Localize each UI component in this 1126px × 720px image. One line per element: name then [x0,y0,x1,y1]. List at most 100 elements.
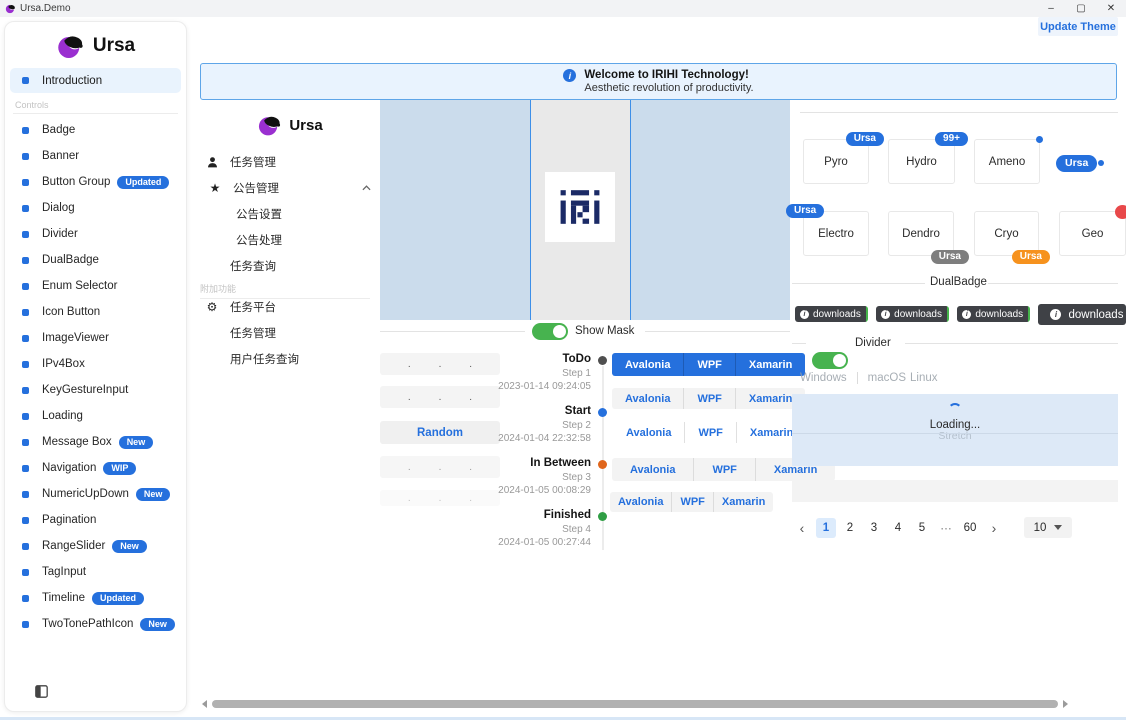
divider-toggle[interactable] [812,352,848,369]
sidebar-item-introduction[interactable]: Introduction [10,68,181,93]
sidebar-item[interactable]: Badge [5,117,186,143]
toggle-knob [833,354,846,367]
button-group-button[interactable]: WPF [671,492,712,512]
status-badge: New [140,618,175,631]
timeline-entry-step: Step 1 [450,367,591,380]
maximize-button[interactable]: ▢ [1066,0,1096,17]
nav-group-label: 任务管理 [230,154,276,170]
button-group-button[interactable]: WPF [684,422,735,443]
nav-child-item[interactable]: 公告处理 [236,227,282,253]
button-group-button[interactable]: Avalonia [612,353,683,376]
badge-card-dendro: Dendro Ursa [888,211,954,256]
badge-card-electro: Electro Ursa [803,211,869,256]
button-group-button[interactable]: Xamarin [713,492,773,512]
timeline-entry-time: 2024-01-05 00:27:44 [450,536,591,549]
sidebar-item[interactable]: Enum Selector [5,273,186,299]
sidebar-item[interactable]: Button Group Updated [5,169,186,195]
button-group-button[interactable]: WPF [693,458,754,481]
nav-children-platform: 任务管理 用户任务查询 [230,320,299,372]
button-group-button[interactable]: Avalonia [612,388,683,409]
sidebar-item-label: KeyGestureInput [42,384,128,396]
badge-card-cryo: Cryo Ursa [974,211,1039,256]
sidebar-item[interactable]: Dialog [5,195,186,221]
scroll-right-icon[interactable] [1063,700,1068,708]
button-group-button[interactable]: Avalonia [610,492,671,512]
dual-badge-value: 2.4k [947,306,949,322]
pagination-next-button[interactable]: › [984,518,1004,538]
dualbadge-divider-label: DualBadge [930,276,987,288]
nav-child-item[interactable]: 公告设置 [236,201,282,227]
pagination-page-1[interactable]: 1 [816,518,836,538]
timeline-entry-step: Step 4 [450,523,591,536]
card-label: Cryo [994,228,1018,240]
button-group-button[interactable]: Avalonia [613,422,684,443]
loading-mask: Stretch Loading... [792,394,1118,466]
dual-badge-label: downloads [894,309,942,320]
scroll-left-icon[interactable] [202,700,207,708]
timeline-entry-time: 2024-01-05 00:08:29 [450,484,591,497]
nav-group-task-management[interactable]: 任务管理 [204,149,376,175]
sidebar-item[interactable]: Divider [5,221,186,247]
show-mask-toggle[interactable] [532,323,568,340]
card-label: Ameno [989,156,1025,168]
nav-child-item[interactable]: 任务管理 [230,320,299,346]
sidebar-item[interactable]: Pagination [5,507,186,533]
sidebar-item[interactable]: Message Box New [5,429,186,455]
button-group-button[interactable]: Avalonia [612,458,693,481]
nav-child-task-query[interactable]: 任务查询 [230,253,276,279]
os-label-linux: Linux [910,372,938,384]
sidebar-item[interactable]: TagInput [5,559,186,585]
sidebar-item[interactable]: Icon Button [5,299,186,325]
bullet-icon [22,77,29,84]
nav-group-label: 任务平台 [230,299,276,315]
status-badge: New [136,488,171,501]
nav-child-item[interactable]: 用户任务查询 [230,346,299,372]
sidebar-item[interactable]: TwoTonePathIcon New [5,611,186,637]
divider-line [380,331,525,332]
sidebar-item[interactable]: IPv4Box [5,351,186,377]
sidebar-item[interactable]: Navigation WIP [5,455,186,481]
minimize-button[interactable]: – [1036,0,1066,17]
sidebar-item-label: TagInput [42,566,86,578]
update-theme-button[interactable]: Update Theme [1038,17,1118,36]
status-badge: WIP [103,462,136,475]
card-label: Electro [818,228,854,240]
nav-group-task-platform[interactable]: ⚙ 任务平台 [204,294,376,320]
sidebar-item[interactable]: Loading [5,403,186,429]
divider-line [792,433,1118,434]
sidebar-item[interactable]: DualBadge [5,247,186,273]
divider-line [792,283,925,284]
timeline-dot-icon [598,408,607,417]
bullet-icon [22,361,29,368]
sidebar-item[interactable]: Banner [5,143,186,169]
pagination-ellipsis[interactable]: ⋯ [936,518,956,538]
pagination-page-60[interactable]: 60 [960,518,980,538]
close-button[interactable]: ✕ [1096,0,1126,17]
pagination-page-5[interactable]: 5 [912,518,932,538]
pagination-page-4[interactable]: 4 [888,518,908,538]
bullet-icon [22,231,29,238]
scrollbar-thumb[interactable] [212,700,1058,708]
titlebar[interactable]: Ursa.Demo – ▢ ✕ [0,0,1126,17]
button-group-button[interactable]: WPF [683,388,734,409]
pagination-page-2[interactable]: 2 [840,518,860,538]
pagination-page-3[interactable]: 3 [864,518,884,538]
sidebar-item-label: TwoTonePathIcon [42,618,133,630]
image-viewer[interactable] [380,100,790,320]
sidebar-item[interactable]: NumericUpDown New [5,481,186,507]
page-size-select[interactable]: 10 [1024,517,1072,538]
timeline-entry-time: 2024-01-04 22:32:58 [450,432,591,445]
button-group-button[interactable]: WPF [683,353,734,376]
sidebar-item[interactable]: KeyGestureInput [5,377,186,403]
show-mask-label: Show Mask [575,325,634,337]
bullet-icon [22,335,29,342]
horizontal-scrollbar[interactable] [196,698,1126,710]
pagination-prev-button[interactable]: ‹ [792,518,812,538]
nav-group-announcement[interactable]: ★ 公告管理 [207,175,376,201]
collapse-sidebar-icon[interactable] [35,685,48,698]
sidebar-item[interactable]: Timeline Updated [5,585,186,611]
sidebar-item[interactable]: ImageViewer [5,325,186,351]
sidebar-item[interactable]: RangeSlider New [5,533,186,559]
ursa-badge: Ursa [846,132,884,146]
sidebar-item-label: Badge [42,124,75,136]
